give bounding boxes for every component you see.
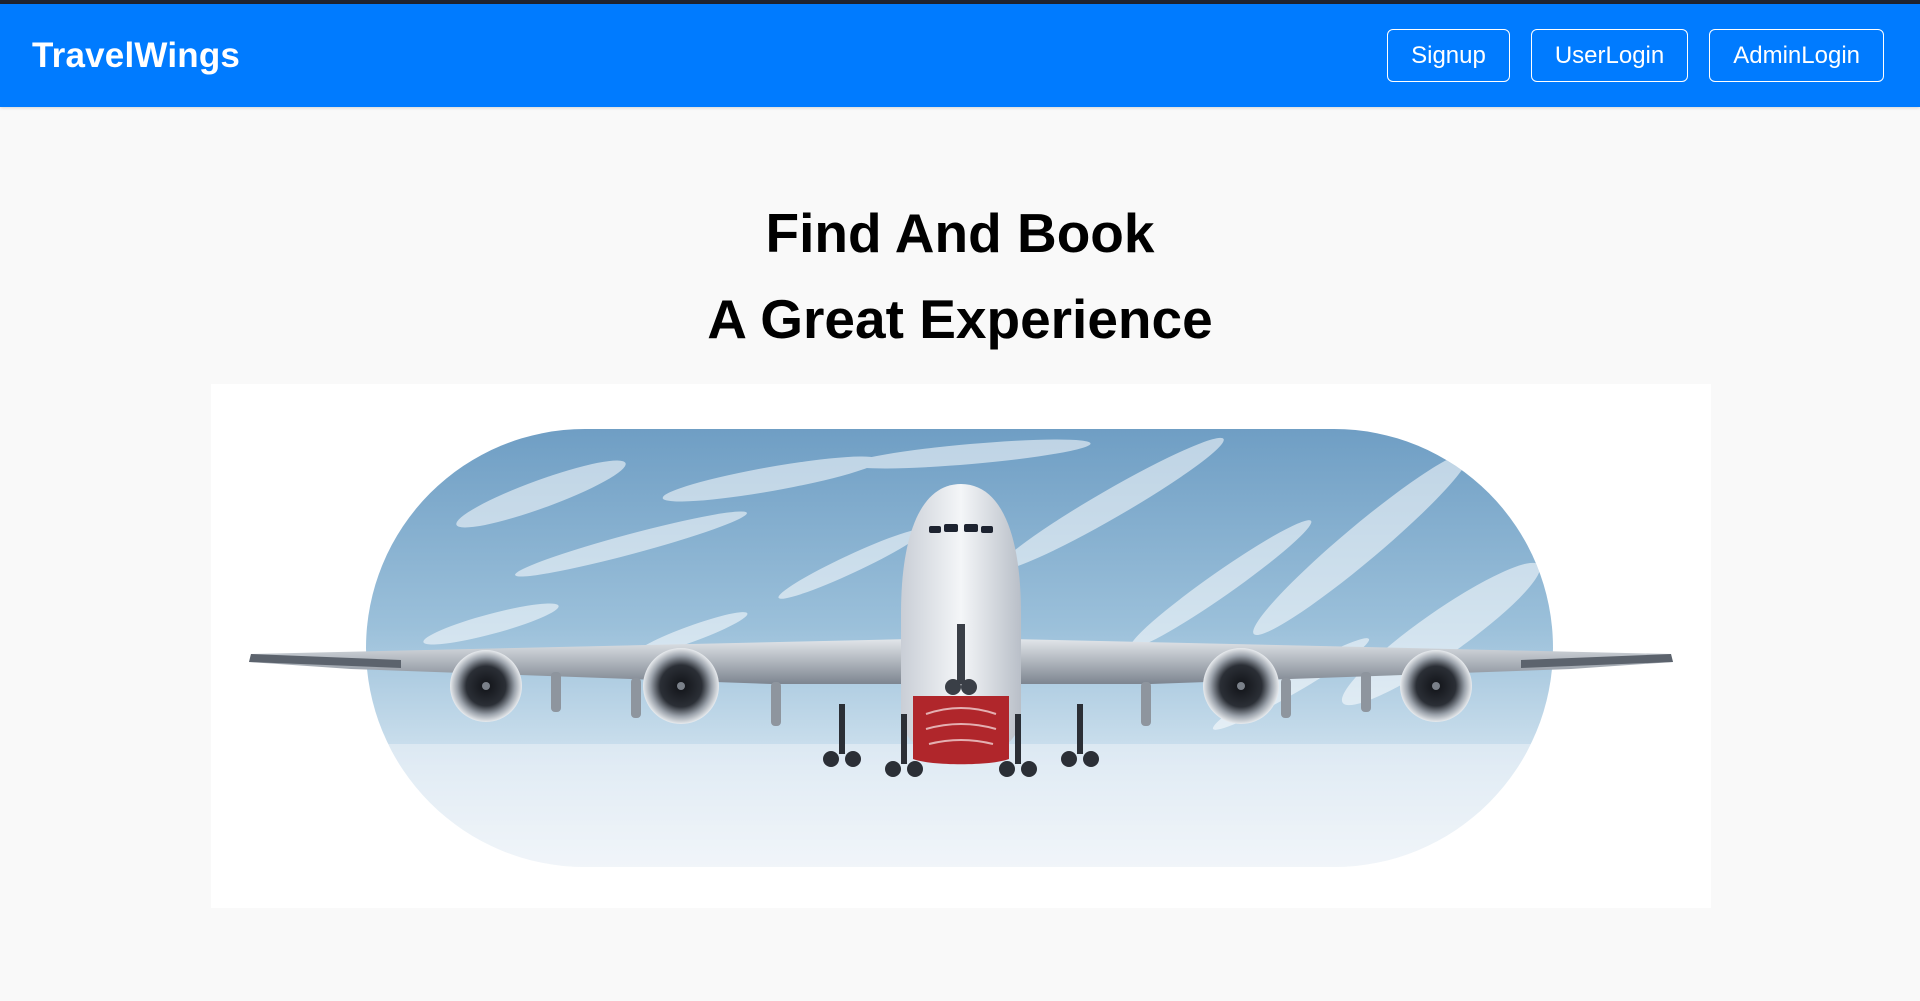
hero-image-panel bbox=[211, 384, 1711, 908]
admin-login-button[interactable]: AdminLogin bbox=[1709, 29, 1884, 82]
navbar: TravelWings Signup UserLogin AdminLogin bbox=[0, 4, 1920, 107]
brand-logo[interactable]: TravelWings bbox=[32, 36, 240, 76]
hero-heading-line-1: Find And Book bbox=[765, 202, 1155, 264]
nav-buttons: Signup UserLogin AdminLogin bbox=[1387, 29, 1884, 82]
hero-heading-line-2: A Great Experience bbox=[707, 288, 1213, 350]
hero-section: Find And Book A Great Experience bbox=[0, 107, 1920, 362]
signup-button[interactable]: Signup bbox=[1387, 29, 1510, 82]
user-login-button[interactable]: UserLogin bbox=[1530, 29, 1689, 82]
airplane-image bbox=[249, 429, 1673, 867]
